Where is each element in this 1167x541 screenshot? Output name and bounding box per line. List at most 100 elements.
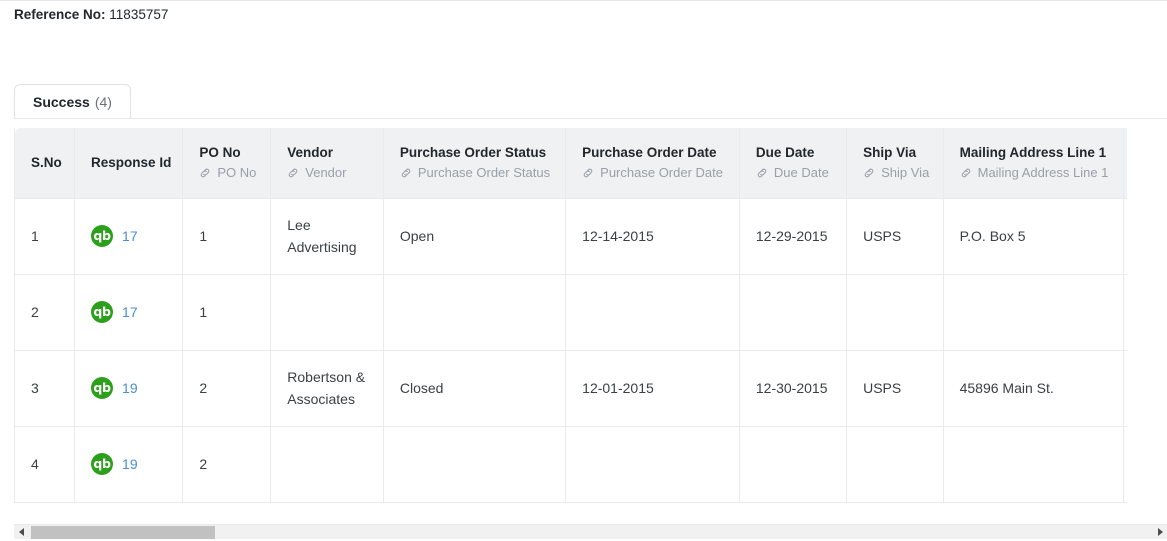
column-subtitle-text: Ship Via [881, 164, 930, 180]
cell-response-id: qb 19 [74, 426, 184, 503]
cell-purchase-order-date [565, 426, 740, 503]
reference-no-label: Reference No: [14, 7, 106, 22]
cell-purchase-order-status: Open [383, 198, 567, 275]
cell-purchase-order-status [383, 274, 567, 351]
column-subtitle: PO No [199, 164, 257, 182]
response-id-link[interactable]: 19 [122, 377, 138, 399]
cell-response-id: qb 17 [74, 198, 184, 275]
quickbooks-icon: qb [91, 225, 114, 247]
cell-sno: 2 [14, 274, 76, 351]
cell-ship-via [846, 274, 944, 351]
column-title: Mailing Address Line 1 [959, 144, 1107, 160]
cell-ship-via: USPS [846, 350, 944, 427]
column-title: Ship Via [863, 144, 917, 160]
column-subtitle-text: Purchase Order Date [600, 164, 723, 180]
cell-vendor [270, 274, 384, 351]
response-id-link[interactable]: 17 [122, 301, 138, 323]
response-id-link[interactable]: 19 [122, 453, 138, 475]
column-header-sno[interactable]: S.No [14, 128, 76, 199]
cell-mailing-address-line-2 [1123, 274, 1127, 351]
horizontal-scrollbar-thumb[interactable] [31, 526, 215, 539]
results-table-body: 1 qb 17 1 Lee Advertising Open 12-14-201… [14, 198, 1127, 503]
column-subtitle-text: Vendor [305, 164, 347, 180]
column-title: PO No [199, 144, 241, 160]
cell-ship-via: USPS [846, 198, 944, 275]
cell-vendor [270, 426, 384, 503]
column-header-ship-via[interactable]: Ship Via Ship Via [846, 128, 944, 199]
response-id-link[interactable]: 17 [122, 225, 138, 247]
cell-sno: 4 [14, 426, 76, 503]
cell-po-no: 1 [182, 198, 272, 275]
link-icon [582, 167, 594, 179]
link-icon [756, 167, 768, 179]
column-subtitle: Vendor [287, 164, 367, 182]
horizontal-scrollbar[interactable] [14, 524, 1167, 539]
cell-po-no: 1 [182, 274, 272, 351]
cell-mailing-address-line-2 [1123, 426, 1127, 503]
link-icon [287, 167, 299, 179]
column-header-purchase-order-status[interactable]: Purchase Order Status Purchase Order Sta… [383, 128, 567, 199]
column-title: Response Id [91, 154, 172, 170]
tab-strip-underline [14, 118, 1167, 119]
column-subtitle: Due Date [756, 164, 830, 182]
cell-due-date: 12-29-2015 [739, 198, 848, 275]
link-icon [863, 167, 875, 179]
cell-mailing-address-line-2: 1515 Main St. [1123, 198, 1127, 275]
table-row: 3 qb 19 2 Robertson & Associates Closed … [14, 350, 1127, 427]
column-subtitle-text: Due Date [773, 164, 829, 180]
results-table: S.No Response Id PO No PO No Vendor Vend… [14, 128, 1127, 503]
tab-success-label: Success [33, 93, 90, 110]
column-subtitle: Mailing Address Line 1 [960, 164, 1109, 182]
cell-due-date [739, 426, 848, 503]
cell-ship-via [846, 426, 944, 503]
quickbooks-icon: qb [91, 377, 114, 399]
column-subtitle: Purchase Order Date [582, 164, 723, 182]
cell-po-no: 2 [182, 350, 272, 427]
column-subtitle-text: PO No [217, 164, 257, 180]
table-header-row: S.No Response Id PO No PO No Vendor Vend… [14, 128, 1127, 199]
quickbooks-icon: qb [91, 301, 114, 323]
tab-strip: Success (4) [14, 84, 1167, 119]
cell-mailing-address-line-1: 45896 Main St. [943, 350, 1124, 427]
table-row: 1 qb 17 1 Lee Advertising Open 12-14-201… [14, 198, 1127, 275]
cell-purchase-order-date: 12-14-2015 [565, 198, 740, 275]
column-header-po-no[interactable]: PO No PO No [182, 128, 272, 199]
link-icon [400, 167, 412, 179]
column-subtitle-text: Purchase Order Status [417, 164, 551, 180]
cell-due-date: 12-30-2015 [739, 350, 848, 427]
tab-success[interactable]: Success (4) [14, 84, 131, 118]
cell-po-no: 2 [182, 426, 272, 503]
quickbooks-icon: qb [91, 453, 114, 475]
cell-mailing-address-line-1 [943, 426, 1124, 503]
page-top-divider [0, 0, 1167, 1]
column-title: Purchase Order Date [582, 144, 717, 160]
reference-no-value: 11835757 [109, 7, 169, 22]
column-header-due-date[interactable]: Due Date Due Date [739, 128, 848, 199]
link-icon [960, 167, 972, 179]
table-row: 2 qb 17 1 [14, 274, 1127, 351]
cell-mailing-address-line-1 [943, 274, 1124, 351]
column-title: S.No [31, 154, 62, 170]
cell-vendor: Robertson & Associates [270, 350, 384, 427]
cell-response-id: qb 17 [74, 274, 184, 351]
column-header-vendor[interactable]: Vendor Vendor [270, 128, 384, 199]
column-header-purchase-order-date[interactable]: Purchase Order Date Purchase Order Date [565, 128, 740, 199]
cell-purchase-order-status: Closed [383, 350, 567, 427]
column-title: Purchase Order Status [399, 144, 547, 160]
scroll-right-arrow-icon[interactable] [1153, 525, 1167, 539]
cell-vendor: Lee Advertising [270, 198, 384, 275]
scroll-left-arrow-icon[interactable] [14, 525, 28, 539]
cell-purchase-order-date: 12-01-2015 [565, 350, 740, 427]
table-row: 4 qb 19 2 [14, 426, 1127, 503]
column-title: Due Date [755, 144, 815, 160]
column-subtitle-text: Mailing Address Line 1 [977, 164, 1109, 180]
column-header-response-id[interactable]: Response Id [74, 128, 184, 199]
column-title: Vendor [287, 144, 334, 160]
cell-purchase-order-date [565, 274, 740, 351]
cell-due-date [739, 274, 848, 351]
column-header-mailing-address-line-2[interactable]: Mailing Address Line 2 Mailing Address L… [1123, 128, 1127, 199]
column-header-mailing-address-line-1[interactable]: Mailing Address Line 1 Mailing Address L… [943, 128, 1124, 199]
cell-response-id: qb 19 [74, 350, 184, 427]
cell-sno: 1 [14, 198, 76, 275]
cell-mailing-address-line-2 [1123, 350, 1127, 427]
